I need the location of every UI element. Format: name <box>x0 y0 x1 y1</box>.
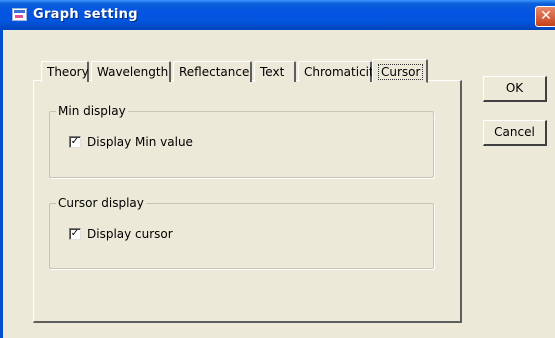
tab-text[interactable]: Text <box>254 61 296 82</box>
title-bar[interactable]: Graph setting ✕ <box>0 0 555 30</box>
window-frame-left <box>0 30 3 338</box>
cursor-display-group-title: Cursor display <box>56 196 146 211</box>
tab-reflectance[interactable]: Reflectance <box>173 61 252 82</box>
tab-theory[interactable]: Theory <box>41 61 89 82</box>
tab-chromaticity[interactable]: Chromaticity <box>298 61 381 82</box>
min-display-group: Min display ✓ Display Min value <box>49 104 434 178</box>
cancel-button[interactable]: Cancel <box>483 120 547 146</box>
display-cursor-row[interactable]: ✓ Display cursor <box>69 226 173 242</box>
tab-cursor[interactable]: Cursor <box>372 59 428 83</box>
tab-wavelength[interactable]: Wavelength <box>91 61 171 82</box>
display-min-value-row[interactable]: ✓ Display Min value <box>69 134 193 150</box>
display-min-value-label[interactable]: Display Min value <box>87 135 193 149</box>
display-cursor-label[interactable]: Display cursor <box>87 227 173 241</box>
app-graph-icon <box>12 8 27 21</box>
min-display-group-title: Min display <box>56 104 128 119</box>
display-cursor-checkbox[interactable]: ✓ <box>69 227 81 240</box>
graph-setting-dialog: Graph setting ✕ Theory Wavelength Reflec… <box>0 0 555 338</box>
ok-button[interactable]: OK <box>483 76 547 102</box>
close-button[interactable]: ✕ <box>535 6 555 27</box>
cursor-display-group: Cursor display ✓ Display cursor <box>49 196 434 269</box>
window-title: Graph setting <box>33 7 138 22</box>
display-min-value-checkbox[interactable]: ✓ <box>69 135 81 148</box>
